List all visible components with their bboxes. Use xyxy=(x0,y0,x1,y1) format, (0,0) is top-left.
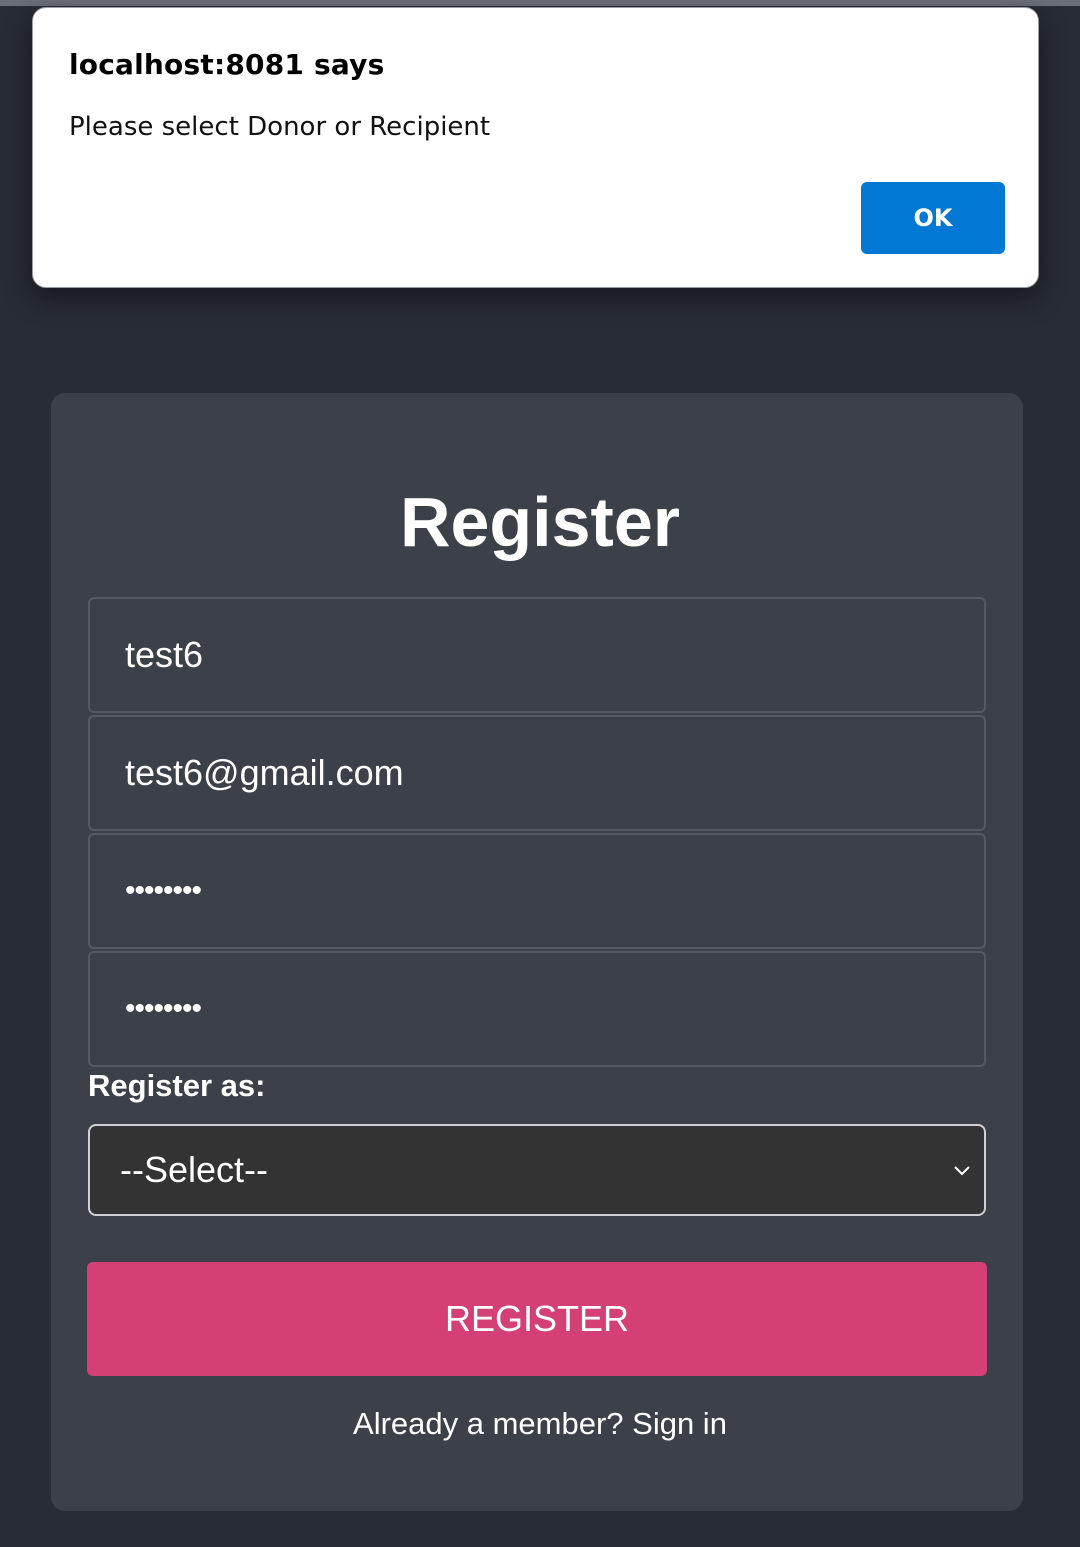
username-value: test6 xyxy=(125,634,204,675)
ok-button[interactable]: OK xyxy=(861,182,1005,254)
register-button[interactable]: REGISTER xyxy=(87,1262,987,1376)
confirm-password-input[interactable]: •••••••• xyxy=(88,951,986,1067)
alert-dialog: localhost:8081 says Please select Donor … xyxy=(32,7,1039,288)
register-as-label: Register as: xyxy=(88,1068,266,1103)
email-value: test6@gmail.com xyxy=(125,752,404,793)
dialog-message: Please select Donor or Recipient xyxy=(69,112,491,142)
username-input[interactable]: test6 xyxy=(88,597,986,713)
role-select-value: --Select-- xyxy=(120,1149,269,1190)
password-value: •••••••• xyxy=(125,874,202,907)
signin-link[interactable]: Already a member? Sign in xyxy=(353,1406,727,1441)
dialog-title: localhost:8081 says xyxy=(69,48,385,81)
password-input[interactable]: •••••••• xyxy=(88,833,986,949)
email-input[interactable]: test6@gmail.com xyxy=(88,715,986,831)
confirm-password-value: •••••••• xyxy=(125,992,202,1025)
page-title: Register xyxy=(399,483,681,561)
role-select[interactable]: --Select-- xyxy=(88,1124,986,1216)
signin-link-row: Already a member? Sign in xyxy=(0,1406,1080,1442)
chevron-down-icon xyxy=(954,1166,970,1176)
